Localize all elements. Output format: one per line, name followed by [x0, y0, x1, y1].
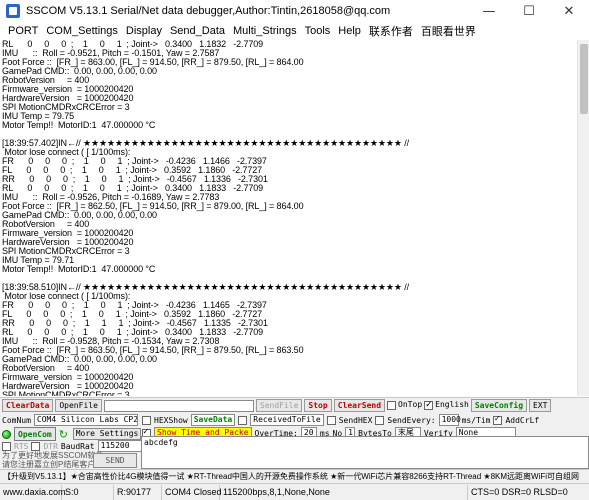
scrollbar-thumb[interactable] — [580, 44, 588, 114]
window-controls: — ☐ ✕ — [469, 0, 589, 22]
stop-button[interactable]: Stop — [304, 399, 332, 412]
send-file-button[interactable]: SendFile — [255, 399, 303, 412]
menu-multi-strings[interactable]: Multi_Strings — [229, 25, 301, 37]
port-status-led — [2, 429, 11, 439]
send-every-label: SendEvery: — [387, 415, 436, 425]
open-file-button[interactable]: OpenFile — [55, 399, 102, 412]
send-every-unit: ms/Tim — [461, 415, 491, 425]
close-button[interactable]: ✕ — [549, 0, 589, 22]
received-to-file-button[interactable]: ReceivedToFile — [250, 414, 324, 426]
menu-baiyan[interactable]: 百眼看世界 — [417, 23, 480, 39]
hex-show-label: HEXShow — [154, 415, 188, 425]
app-icon — [6, 4, 20, 18]
minimize-button[interactable]: — — [469, 0, 509, 22]
ext-button[interactable]: EXT — [529, 399, 552, 412]
received-to-file-checkbox[interactable] — [238, 415, 248, 425]
maximize-button[interactable]: ☐ — [509, 0, 549, 22]
menu-help[interactable]: Help — [334, 25, 365, 37]
com-port-select[interactable]: COM4 Silicon Labs CP210x U▾ — [33, 414, 138, 426]
status-received-count: R:90177 — [114, 484, 162, 500]
send-hex-label: SendHEX — [338, 415, 373, 425]
terminal-line: Motor Temp!! MotorID:1 47.000000 °C — [2, 264, 156, 274]
save-config-button[interactable]: SaveConfig — [470, 399, 528, 412]
hex-show-checkbox[interactable] — [142, 415, 151, 425]
status-bar: www.daxia.com S:0 R:90177 COM4 Closed 11… — [0, 483, 589, 500]
status-sent-count: S:0 — [62, 484, 114, 500]
open-com-button[interactable]: OpenCom — [14, 427, 56, 441]
status-settings: 115200bps,8,1,None,None — [220, 484, 468, 500]
send-every-checkbox[interactable] — [375, 415, 385, 425]
status-site[interactable]: www.daxia.com — [0, 484, 66, 500]
send-text-area[interactable]: abcdefg — [141, 436, 589, 469]
dtr-checkbox[interactable] — [31, 441, 41, 451]
terminal-line: SPI MotionCMDRxCRCError = 3 — [2, 102, 130, 112]
receive-terminal[interactable]: RL 0 0 0 ; 1 0 1 ; Joint-> 0.3400 1.1832… — [2, 40, 575, 396]
open-com-label: OpenCom — [18, 429, 52, 439]
terminal-scrollbar[interactable] — [577, 40, 589, 396]
menu-port[interactable]: PORT — [4, 25, 42, 37]
menu-send-data[interactable]: Send_Data — [166, 25, 229, 37]
menu-contact-author[interactable]: 联系作者 — [365, 23, 417, 39]
status-lines: CTS=0 DSR=0 RLSD=0 — [471, 486, 568, 497]
add-crlf-checkbox[interactable] — [493, 414, 503, 425]
clear-data-button[interactable]: ClearData — [2, 399, 54, 412]
ad-bar[interactable]: 【升级到V5.13.1】★合宙高性价比4G模块值得一试 ★RT-Thread中国… — [0, 469, 589, 483]
send-every-input[interactable]: 1000 — [438, 414, 461, 426]
save-data-button[interactable]: SaveData — [190, 414, 236, 426]
rts-label: RTS — [14, 441, 29, 451]
send-button[interactable]: SEND — [93, 453, 137, 468]
baud-rate-label: BaudRat — [60, 441, 95, 451]
title-bar: SSCOM V5.13.1 Serial/Net data debugger,A… — [0, 0, 589, 22]
add-crlf-label: AddCrLf — [505, 415, 540, 425]
on-top-label: OnTop — [398, 400, 423, 409]
control-panel: ComNum COM4 Silicon Labs CP210x U▾ HEXSh… — [0, 413, 589, 469]
english-label: English — [435, 400, 469, 409]
terminal-line: Motor Temp!! MotorID:1 47.000000 °C — [2, 120, 156, 130]
terminal-line: SPI MotionCMDRxCRCError = 3 — [2, 246, 130, 256]
refresh-icon[interactable]: ↻ — [59, 429, 70, 440]
dtr-label: DTR — [43, 441, 58, 451]
more-settings-button[interactable]: More Settings — [72, 428, 142, 440]
menu-tools[interactable]: Tools — [301, 25, 335, 37]
on-top-checkbox[interactable] — [387, 401, 397, 410]
promo-text-content: 为了更好地发展SSCOM软件 请您注册嘉立创P结尾客户 — [2, 451, 104, 469]
rts-checkbox[interactable] — [2, 441, 11, 451]
terminal-line: SPI MotionCMDRxCRCError = 3 — [2, 390, 130, 397]
menu-bar: PORT COM_Settings Display Send_Data Mult… — [0, 22, 589, 40]
clear-send-button[interactable]: ClearSend — [333, 399, 386, 412]
toolbar: ClearData OpenFile SendFile Stop ClearSe… — [0, 397, 589, 413]
baud-rate-select[interactable]: 115200 — [97, 440, 142, 452]
menu-display[interactable]: Display — [122, 25, 166, 37]
status-port: COM4 Closed — [162, 484, 222, 500]
com-num-label: ComNum — [2, 415, 31, 425]
file-path-input[interactable] — [103, 399, 254, 412]
send-hex-checkbox[interactable] — [326, 415, 336, 425]
window-title: SSCOM V5.13.1 Serial/Net data debugger,A… — [26, 5, 391, 17]
menu-com-settings[interactable]: COM_Settings — [42, 25, 122, 37]
english-checkbox[interactable] — [424, 399, 434, 410]
promo-text: 为了更好地发展SSCOM软件 请您注册嘉立创P结尾客户 — [2, 451, 103, 469]
